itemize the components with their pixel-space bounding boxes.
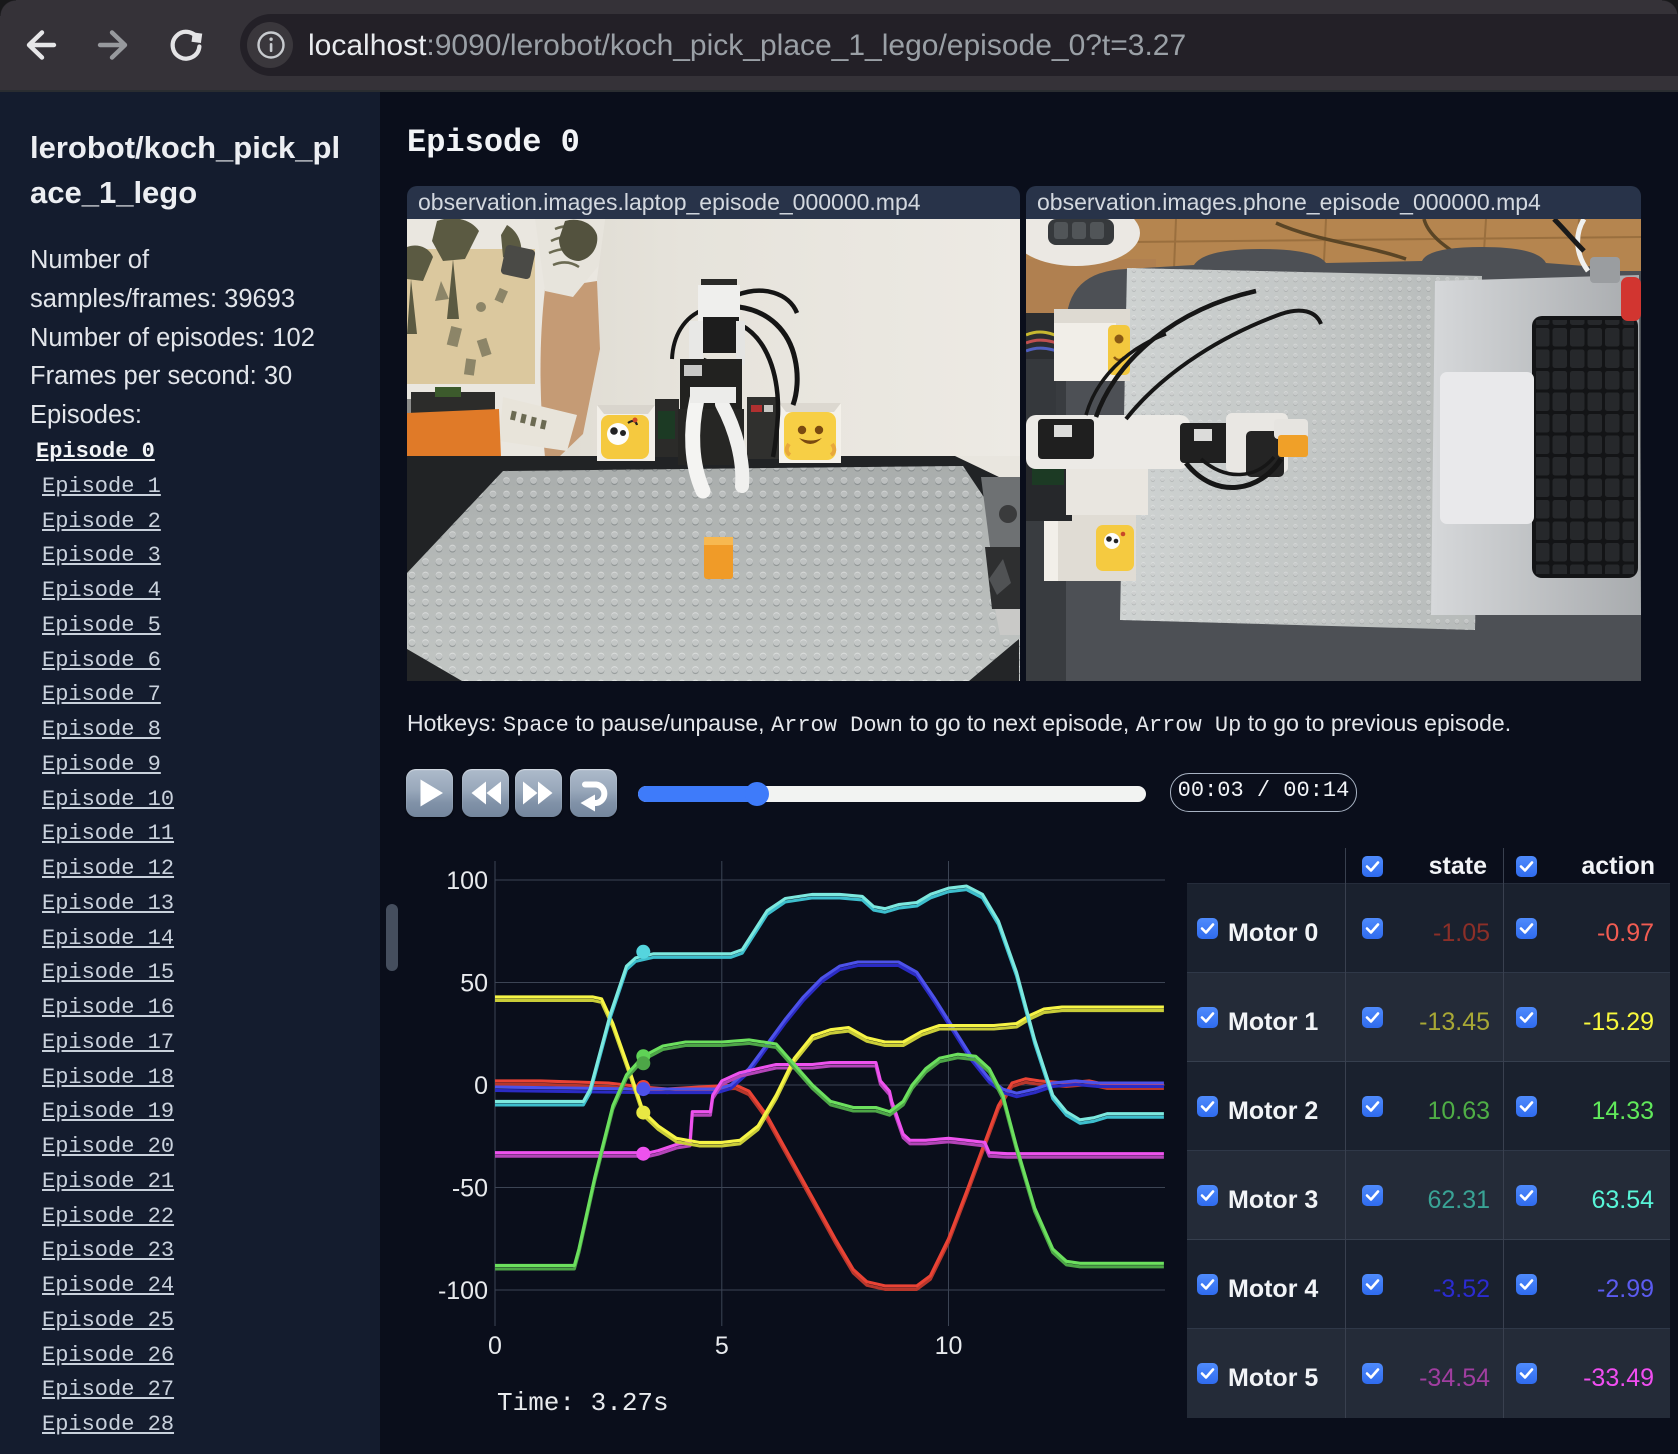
svg-text:5: 5 (715, 1332, 729, 1360)
svg-text:-50: -50 (452, 1175, 488, 1203)
svg-text:50: 50 (460, 970, 488, 998)
svg-text:0: 0 (488, 1332, 502, 1360)
svg-text:Time: 3.27s: Time: 3.27s (497, 1388, 669, 1418)
svg-text:100: 100 (446, 867, 488, 895)
svg-text:0: 0 (474, 1072, 488, 1100)
svg-text:-100: -100 (438, 1277, 488, 1305)
svg-text:10: 10 (935, 1332, 963, 1360)
